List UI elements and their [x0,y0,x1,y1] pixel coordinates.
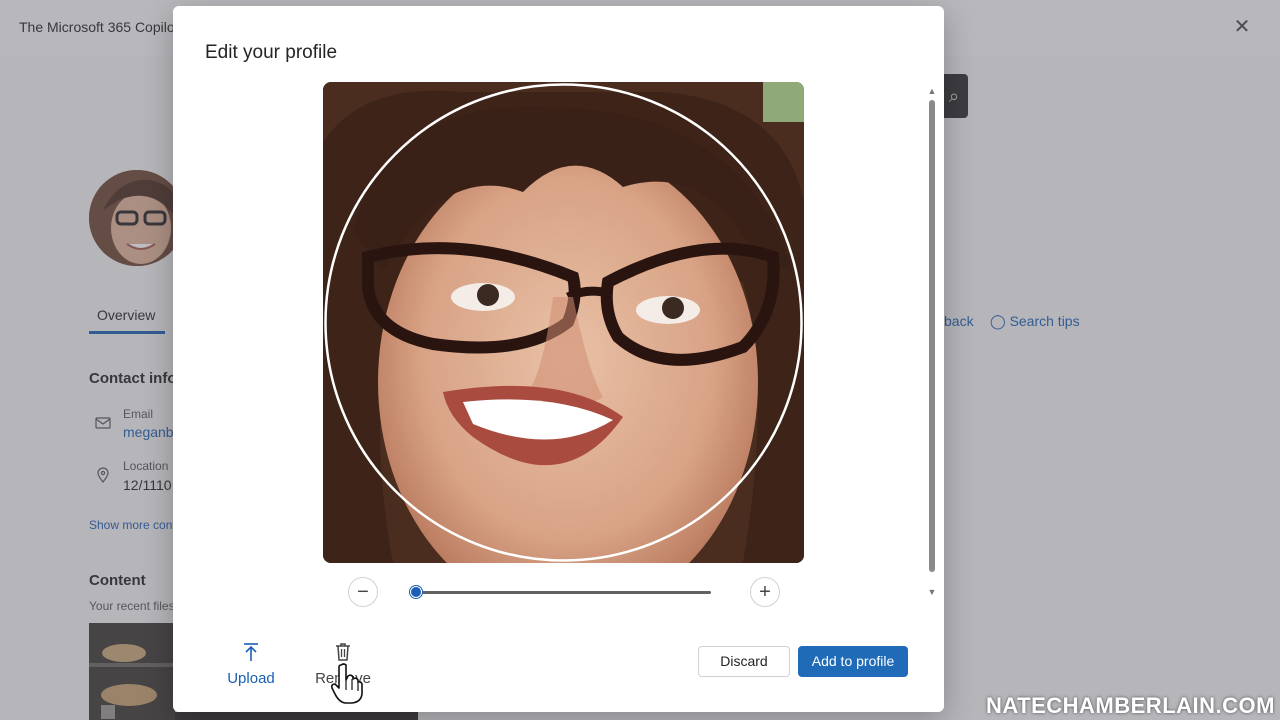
upload-button[interactable]: Upload [222,642,280,687]
upload-label: Upload [227,670,275,687]
zoom-in-button[interactable]: + [750,577,780,607]
watermark: NATECHAMBERLAIN.COM [986,693,1275,718]
add-to-profile-button[interactable]: Add to profile [798,646,908,677]
zoom-slider-track[interactable] [416,591,711,594]
discard-button[interactable]: Discard [698,646,790,677]
scroll-down-icon[interactable]: ▼ [927,587,937,597]
zoom-out-button[interactable]: − [348,577,378,607]
zoom-slider-thumb[interactable] [410,586,422,598]
upload-icon [241,642,261,662]
dialog-title: Edit your profile [205,42,338,63]
trash-icon [333,642,353,662]
scrollbar-thumb[interactable] [929,100,935,572]
scroll-up-icon[interactable]: ▲ [927,86,937,96]
edit-profile-dialog: Edit your profile ▲ ▼ − + Upload Discard… [173,6,944,712]
hand-pointer-cursor-icon [330,662,364,704]
photo-crop-area[interactable] [323,82,804,563]
